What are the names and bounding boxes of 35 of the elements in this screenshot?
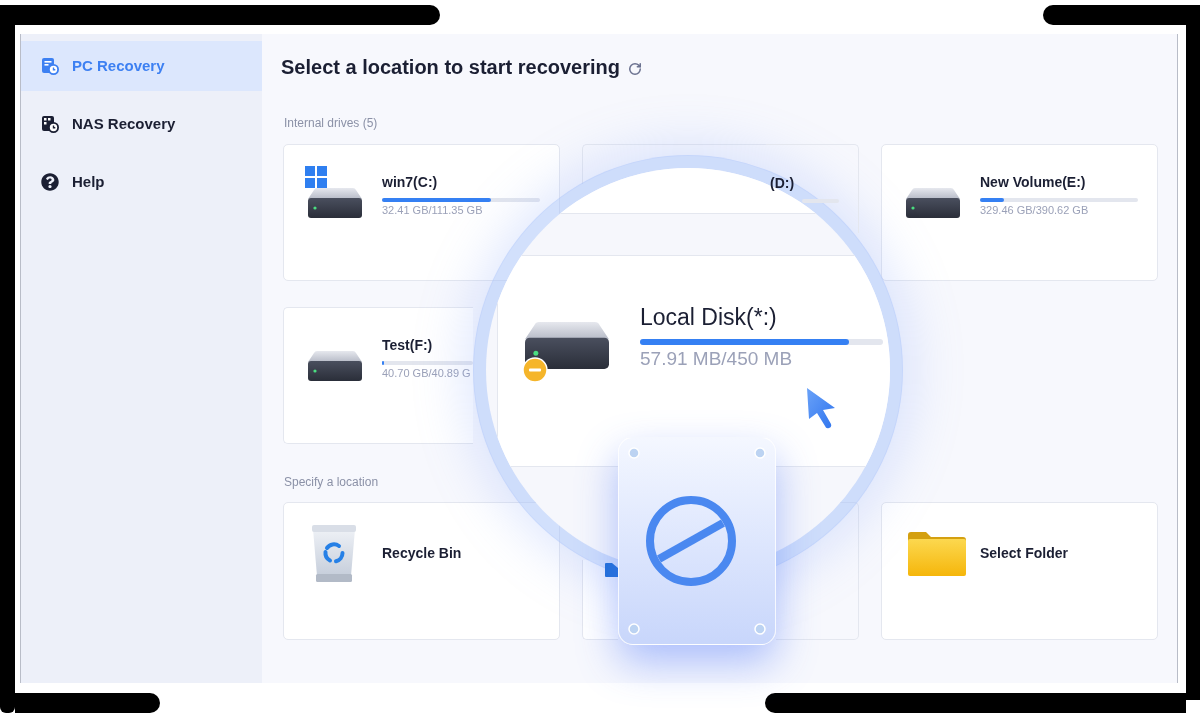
screw-icon xyxy=(754,623,766,635)
screw-icon xyxy=(754,447,766,459)
drive-name: win7(C:) xyxy=(382,174,438,191)
hard-drive-icon xyxy=(525,322,609,369)
drive-card[interactable]: win7(C:) 32.41 GB/111.35 GB xyxy=(283,144,560,281)
sidebar-item[interactable]: Help xyxy=(21,157,262,207)
server-restore-icon xyxy=(41,115,59,133)
hard-drive-icon xyxy=(906,188,960,218)
magnified-usage-text: 57.91 MB/450 MB xyxy=(640,348,793,370)
help-icon xyxy=(41,173,59,191)
location-card[interactable] xyxy=(582,560,618,640)
sidebar-item[interactable]: NAS Recovery xyxy=(21,99,262,149)
magnified-drive-name: Local Disk(*:) xyxy=(640,303,777,331)
recycle-bin-icon xyxy=(310,525,358,582)
folder-icon xyxy=(908,531,966,576)
usage-text: 40.70 GB/40.89 G xyxy=(382,367,471,380)
drive-name: New Volume(E:) xyxy=(980,174,1086,191)
section-heading: Internal drives (5) xyxy=(284,116,378,130)
drive-restore-icon xyxy=(41,57,59,75)
screw-icon xyxy=(628,623,640,635)
drive-card[interactable]: New Volume(E:) 329.46 GB/390.62 GB xyxy=(881,144,1158,281)
drive-card[interactable]: Test(F:) 40.70 GB/40.89 G xyxy=(283,307,473,444)
location-card[interactable]: Select Folder xyxy=(881,502,1158,640)
refresh-icon[interactable] xyxy=(628,62,642,76)
screw-icon xyxy=(628,447,640,459)
location-card[interactable]: Recycle Bin xyxy=(283,502,560,640)
usage-text: 329.46 GB/390.62 GB xyxy=(980,204,1089,217)
prohibited-icon xyxy=(645,495,737,587)
section-heading: Specify a location xyxy=(284,475,379,489)
page-title: Select a location to start recovering xyxy=(281,55,620,79)
drive-name: Test(F:) xyxy=(382,337,433,354)
usage-text: 32.41 GB/111.35 GB xyxy=(382,204,483,217)
hard-drive-icon xyxy=(308,188,362,218)
drive-name: (D:) xyxy=(770,175,795,192)
hard-drive-icon xyxy=(308,351,362,381)
